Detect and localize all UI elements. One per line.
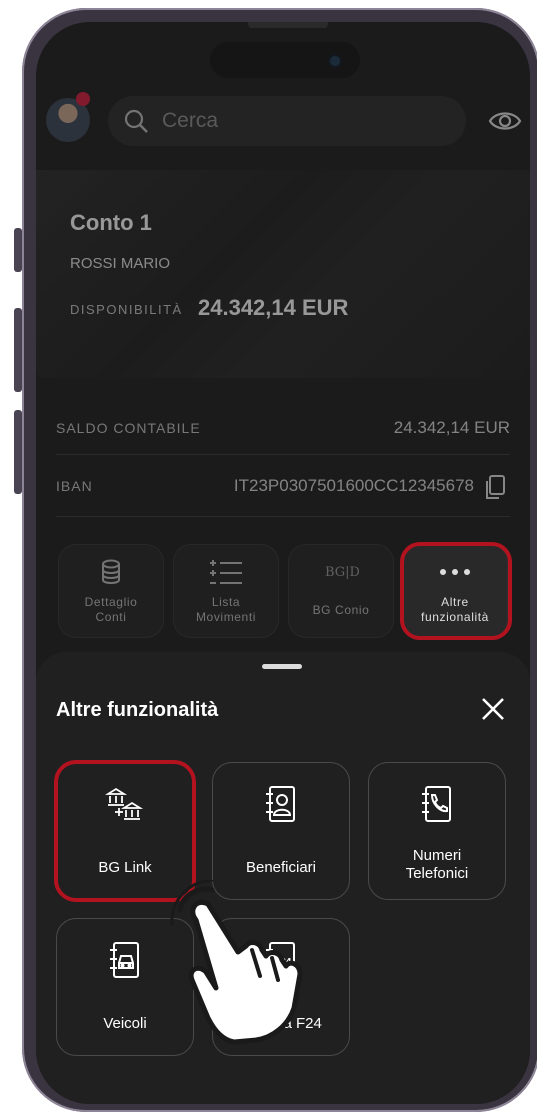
search-input[interactable] — [160, 108, 424, 134]
vehicle-book-icon — [110, 942, 139, 978]
pointing-hand-icon — [170, 880, 303, 1045]
side-button — [14, 228, 22, 272]
list-icon — [210, 560, 242, 584]
svg-text:BG|D: BG|D — [325, 565, 359, 580]
quick-action-bg-conio[interactable]: BG|D BG Conio — [288, 544, 394, 638]
divider — [56, 516, 510, 517]
availability-value: 24.342,14 EUR — [198, 295, 349, 320]
eye-icon[interactable] — [488, 108, 522, 134]
tile-label: Veicoli — [103, 1015, 147, 1032]
speaker-grille — [248, 22, 328, 28]
volume-down-button — [14, 410, 22, 494]
copy-icon[interactable] — [484, 474, 506, 500]
search-bar[interactable] — [108, 96, 466, 146]
close-icon[interactable] — [480, 696, 506, 722]
phone-book-icon — [422, 786, 451, 822]
camera-icon — [330, 56, 340, 66]
contact-book-icon — [266, 786, 295, 822]
tile-numeri-telefonici[interactable]: Numeri Telefonici — [368, 762, 506, 900]
app-screen: Conto 1 ROSSI MARIO DISPONIBILITÀ 24.342… — [36, 22, 530, 1104]
search-icon — [124, 109, 148, 133]
tile-label: Numeri — [412, 847, 462, 864]
quick-action-label: Dettaglio — [84, 595, 138, 609]
balance-label: SALDO CONTABILE — [56, 420, 201, 436]
quick-action-lista-movimenti[interactable]: Lista Movimenti — [173, 544, 279, 638]
quick-action-label: Movimenti — [195, 610, 257, 624]
notification-badge — [76, 92, 90, 106]
iban-value: IT23P0307501600CC12345678 — [233, 476, 474, 495]
balance-value: 24.342,14 EUR — [393, 418, 510, 437]
account-holder: ROSSI MARIO — [70, 255, 171, 272]
quick-action-label: Lista — [211, 595, 241, 609]
volume-up-button — [14, 308, 22, 392]
divider — [56, 454, 510, 455]
iban-label: IBAN — [56, 478, 93, 494]
quick-action-label: Conti — [95, 610, 127, 624]
account-card[interactable] — [36, 170, 530, 378]
database-icon — [102, 559, 120, 584]
sheet-title: Altre funzionalità — [56, 699, 219, 721]
tile-label: Beneficiari — [245, 859, 317, 876]
quick-action-dettaglio-conti[interactable]: Dettaglio Conti — [58, 544, 164, 638]
availability-label: DISPONIBILITÀ — [70, 302, 183, 317]
tile-label: Telefonici — [405, 865, 469, 882]
account-name: Conto 1 — [70, 210, 152, 235]
highlight-outline — [400, 542, 512, 640]
bgconio-icon: BG|D — [325, 565, 359, 580]
quick-action-label: BG Conio — [312, 603, 370, 617]
sheet-handle[interactable] — [262, 664, 302, 669]
